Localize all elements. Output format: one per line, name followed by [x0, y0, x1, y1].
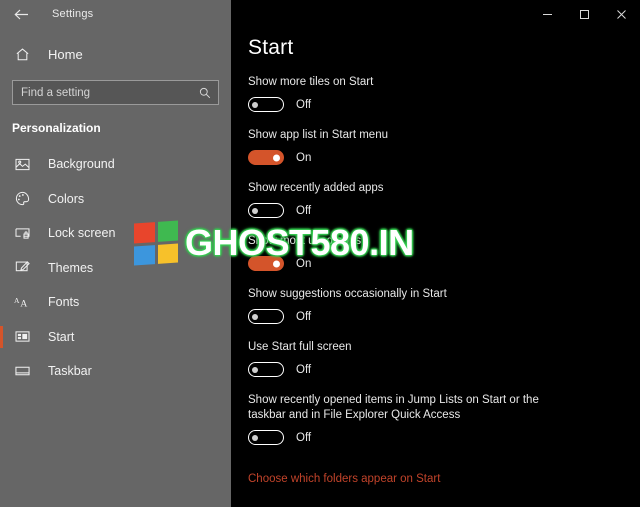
sidebar-item-label: Start: [48, 329, 75, 344]
toggle-state: Off: [296, 431, 312, 444]
palette-icon: [12, 189, 32, 209]
toggle-use-full-screen[interactable]: [248, 362, 284, 377]
app-title: Settings: [52, 8, 94, 20]
selection-indicator: [0, 291, 3, 314]
setting-label: Show more tiles on Start: [248, 76, 374, 88]
brush-icon: [12, 258, 32, 278]
sidebar-item-start[interactable]: Start: [0, 320, 231, 355]
setting-show-more-tiles: Show more tiles on Start Off: [248, 75, 640, 112]
home-icon: [12, 44, 32, 64]
setting-show-suggestions: Show suggestions occasionally in Start O…: [248, 287, 640, 324]
setting-label: Show recently added apps: [248, 182, 384, 194]
fonts-aa-icon: A A: [12, 292, 32, 312]
back-arrow-icon[interactable]: [10, 3, 32, 25]
page-title: Start: [248, 36, 294, 59]
sidebar-item-colors[interactable]: Colors: [0, 182, 231, 217]
maximize-button[interactable]: [566, 0, 603, 28]
setting-label: Show most used apps: [248, 235, 362, 247]
sidebar-section-title: Personalization: [12, 121, 101, 135]
setting-show-most-used: Show most used apps On: [248, 234, 640, 271]
toggle-row: Off: [248, 362, 640, 377]
selection-indicator: [0, 360, 3, 383]
toggle-row: Off: [248, 309, 640, 324]
sidebar-item-label: Colors: [48, 191, 85, 206]
sidebar-item-label: Fonts: [48, 295, 80, 310]
close-button[interactable]: [603, 0, 640, 28]
toggle-show-suggestions[interactable]: [248, 309, 284, 324]
sidebar-item-lock-screen[interactable]: Lock screen: [0, 216, 231, 251]
toggle-knob: [273, 260, 280, 267]
search-box[interactable]: [12, 80, 219, 105]
toggle-state: Off: [296, 310, 312, 323]
sidebar-item-taskbar[interactable]: Taskbar: [0, 354, 231, 389]
image-icon: [12, 154, 32, 174]
sidebar-nav: Background Colors Lock screen Themes A A…: [0, 147, 231, 389]
svg-text:A: A: [14, 296, 20, 305]
toggle-state: Off: [296, 204, 312, 217]
selection-indicator: [0, 325, 3, 348]
start-tiles-icon: [12, 327, 32, 347]
toggle-show-most-used[interactable]: [248, 256, 284, 271]
sidebar-item-themes[interactable]: Themes: [0, 251, 231, 286]
toggle-show-more-tiles[interactable]: [248, 97, 284, 112]
setting-label: Show suggestions occasionally in Start: [248, 288, 447, 300]
sidebar-item-label: Background: [48, 157, 115, 172]
settings-list: Show more tiles on Start Off Show app li…: [248, 75, 640, 487]
toggle-row: Off: [248, 203, 640, 218]
main-content: Start Show more tiles on Start Off Show …: [231, 0, 640, 507]
sidebar-item-home[interactable]: Home: [0, 39, 231, 69]
setting-jump-lists: Show recently opened items in Jump Lists…: [248, 393, 640, 445]
sidebar-item-background[interactable]: Background: [0, 147, 231, 182]
search-input[interactable]: [21, 86, 198, 99]
sidebar-item-label: Taskbar: [48, 364, 92, 379]
setting-show-app-list: Show app list in Start menu On: [248, 128, 640, 165]
choose-folders-link[interactable]: Choose which folders appear on Start: [248, 473, 440, 485]
settings-window: Settings Home Personalization: [0, 0, 640, 507]
toggle-knob: [252, 207, 258, 214]
toggle-knob: [273, 154, 280, 161]
setting-label: Show recently opened items in Jump Lists…: [248, 394, 539, 421]
taskbar-icon: [12, 361, 32, 381]
toggle-state: On: [296, 151, 312, 164]
window-controls: [529, 0, 640, 28]
toggle-row: Off: [248, 97, 640, 112]
toggle-jump-lists[interactable]: [248, 430, 284, 445]
toggle-knob: [252, 434, 258, 441]
setting-show-recently-added: Show recently added apps Off: [248, 181, 640, 218]
toggle-row: On: [248, 256, 640, 271]
sidebar-item-fonts[interactable]: A A Fonts: [0, 285, 231, 320]
selection-indicator: [0, 153, 3, 176]
sidebar-item-label: Themes: [48, 260, 94, 275]
sidebar-item-label: Lock screen: [48, 226, 116, 241]
lock-screen-icon: [12, 223, 32, 243]
toggle-state: On: [296, 257, 312, 270]
selection-indicator: [0, 222, 3, 245]
minimize-button[interactable]: [529, 0, 566, 28]
sidebar: Settings Home Personalization: [0, 0, 231, 507]
sidebar-item-home-label: Home: [48, 46, 83, 62]
setting-label: Show app list in Start menu: [248, 129, 388, 141]
setting-label: Use Start full screen: [248, 341, 352, 353]
toggle-state: Off: [296, 98, 312, 111]
toggle-knob: [252, 101, 258, 108]
selection-indicator: [0, 257, 3, 280]
toggle-state: Off: [296, 363, 312, 376]
svg-text:A: A: [20, 299, 27, 310]
search-icon[interactable]: [198, 86, 212, 100]
toggle-knob: [252, 313, 258, 320]
toggle-row: Off: [248, 430, 640, 445]
selection-indicator: [0, 188, 3, 211]
toggle-show-app-list[interactable]: [248, 150, 284, 165]
toggle-knob: [252, 366, 258, 373]
toggle-row: On: [248, 150, 640, 165]
setting-use-full-screen: Use Start full screen Off: [248, 340, 640, 377]
title-bar: Settings: [0, 0, 231, 28]
toggle-show-recently-added[interactable]: [248, 203, 284, 218]
